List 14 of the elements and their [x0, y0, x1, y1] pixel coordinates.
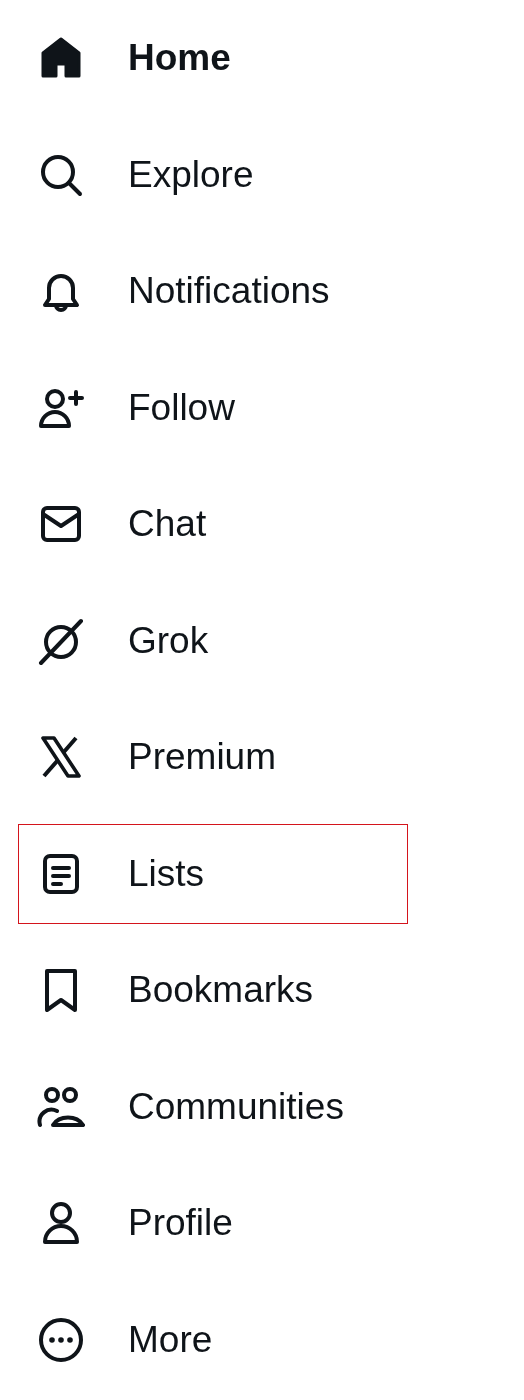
nav-item[interactable]: Follow	[18, 357, 408, 458]
nav-item[interactable]: Explore	[18, 124, 408, 225]
nav-item[interactable]: Chat	[18, 474, 408, 575]
slashed-circle-icon	[37, 616, 85, 665]
nav-item[interactable]: Profile	[18, 1173, 408, 1274]
nav-item[interactable]: Grok	[18, 590, 408, 691]
nav-item[interactable]: More	[18, 1289, 408, 1390]
nav-item[interactable]: Home	[18, 8, 408, 109]
nav-item[interactable]: Lists	[18, 823, 408, 924]
nav-item[interactable]: Communities	[18, 1056, 408, 1157]
nav-item[interactable]: Notifications	[18, 241, 408, 342]
nav-item[interactable]: Bookmarks	[18, 940, 408, 1041]
nav-item[interactable]: Premium	[18, 707, 408, 808]
more-icon	[37, 1315, 85, 1364]
